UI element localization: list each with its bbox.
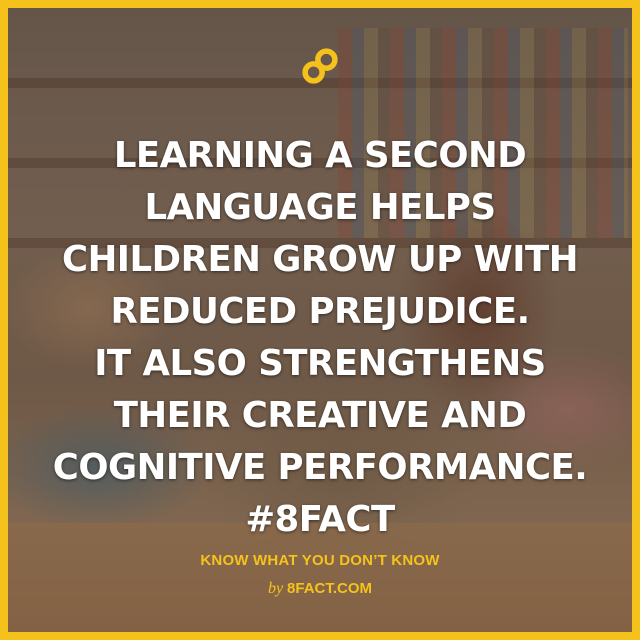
yellow-border-frame: LEARNING A SECOND LANGUAGE HELPS CHILDRE… bbox=[0, 0, 640, 640]
headline-line: LANGUAGE HELPS bbox=[144, 187, 496, 228]
headline-line: COGNITIVE PERFORMANCE. bbox=[52, 447, 588, 488]
site-link[interactable]: 8FACT.COM bbox=[287, 580, 372, 597]
byline-by: by bbox=[267, 580, 284, 597]
brand-byline: by 8FACT.COM bbox=[0, 580, 640, 598]
fact-headline: LEARNING A SECOND LANGUAGE HELPS CHILDRE… bbox=[20, 130, 620, 546]
headline-line: CHILDREN GROW UP WITH bbox=[62, 239, 578, 280]
headline-line: LEARNING A SECOND bbox=[113, 135, 527, 176]
headline-line: IT ALSO STRENGTHENS bbox=[94, 343, 546, 384]
headline-line: REDUCED PREJUDICE. bbox=[110, 291, 530, 332]
infinity-eight-icon bbox=[302, 48, 338, 84]
headline-line: THEIR CREATIVE AND bbox=[113, 395, 527, 436]
hashtag: #8FACT bbox=[245, 499, 395, 540]
brand-tagline: KNOW WHAT YOU DON’T KNOW bbox=[200, 552, 440, 569]
